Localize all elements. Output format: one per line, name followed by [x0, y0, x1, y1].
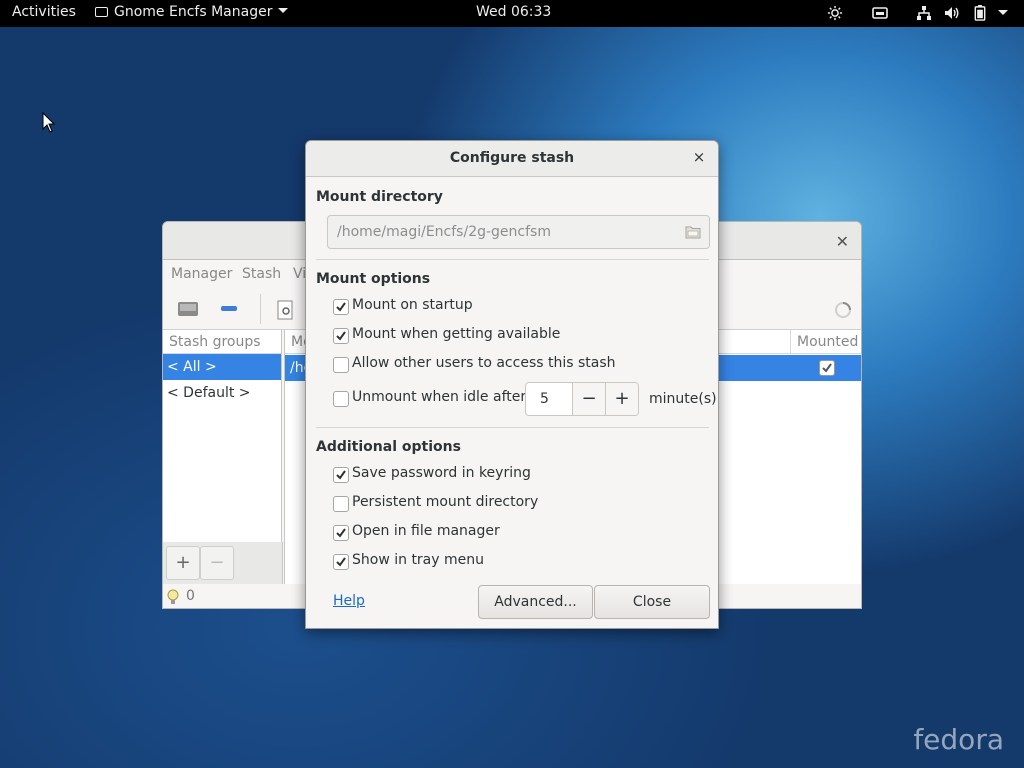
- activities-button[interactable]: Activities: [12, 4, 76, 20]
- add-group-button[interactable]: +: [166, 546, 200, 580]
- increment-button[interactable]: +: [605, 383, 638, 415]
- decrement-button[interactable]: −: [572, 383, 605, 415]
- mount-when-available-checkbox[interactable]: [333, 328, 349, 344]
- show-in-tray-menu-checkbox[interactable]: [333, 554, 349, 570]
- allow-other-users-checkbox[interactable]: [333, 357, 349, 373]
- mount-on-startup-checkbox[interactable]: [333, 299, 349, 315]
- group-item-default[interactable]: < Default >: [163, 380, 281, 406]
- app-menu[interactable]: Gnome Encfs Manager: [95, 4, 289, 20]
- network-icon[interactable]: [916, 5, 932, 21]
- spinner-icon: [835, 302, 851, 318]
- drive-icon[interactable]: [872, 5, 888, 21]
- idle-minutes-spinbutton[interactable]: 5 − +: [525, 382, 639, 416]
- open-in-file-manager-checkbox[interactable]: [333, 525, 349, 541]
- system-menu-chevron-icon[interactable]: [998, 10, 1008, 15]
- remove-group-button[interactable]: −: [200, 546, 234, 580]
- dialog-titlebar: Configure stash ×: [306, 141, 718, 177]
- column-header-mounted[interactable]: Mounted: [797, 334, 858, 350]
- check-icon: [336, 302, 346, 312]
- separator: [316, 259, 709, 260]
- dialog-title: Configure stash: [449, 150, 575, 166]
- top-bar: Activities Gnome Encfs Manager Wed 06:33: [0, 0, 1024, 27]
- volume-icon[interactable]: [944, 5, 960, 21]
- idle-minutes-value[interactable]: 5: [526, 383, 572, 415]
- properties-icon[interactable]: [277, 300, 295, 320]
- open-in-file-manager-label: Open in file manager: [352, 523, 500, 539]
- mount-when-available-label: Mount when getting available: [352, 326, 561, 342]
- help-link[interactable]: Help: [333, 593, 365, 609]
- clock[interactable]: Wed 06:33: [476, 4, 551, 20]
- check-icon: [336, 557, 346, 567]
- check-icon: [336, 331, 346, 341]
- save-password-label: Save password in keyring: [352, 465, 531, 481]
- battery-icon[interactable]: [974, 5, 986, 21]
- check-icon: [822, 363, 832, 373]
- menu-manager[interactable]: Manager: [171, 266, 232, 282]
- chevron-down-icon: [278, 8, 289, 13]
- save-password-checkbox[interactable]: [333, 467, 349, 483]
- mount-directory-title: Mount directory: [316, 189, 443, 205]
- drive-icon: [95, 7, 108, 17]
- configure-stash-dialog: Configure stash × Mount directory /home/…: [305, 140, 719, 629]
- lightbulb-icon: [167, 589, 179, 604]
- minutes-unit-label: minute(s): [649, 391, 717, 407]
- column-divider: [790, 330, 791, 354]
- unmount-when-idle-label: Unmount when idle after: [352, 389, 527, 405]
- unmount-when-idle-checkbox[interactable]: [333, 391, 349, 407]
- close-icon[interactable]: ✕: [836, 232, 849, 251]
- show-in-tray-menu-label: Show in tray menu: [352, 552, 484, 568]
- toolbar-separator: [260, 294, 261, 324]
- folder-icon[interactable]: [685, 225, 701, 239]
- stash-groups-header: Stash groups: [163, 330, 281, 354]
- brightness-icon[interactable]: [826, 5, 844, 21]
- allow-other-users-label: Allow other users to access this stash: [352, 355, 616, 371]
- check-icon: [336, 528, 346, 538]
- stash-groups-list: Stash groups < All > < Default >: [163, 330, 282, 542]
- drive-icon[interactable]: [177, 300, 199, 318]
- pointer-icon: [42, 112, 56, 133]
- group-buttons: + −: [163, 542, 283, 584]
- group-item-all[interactable]: < All >: [163, 354, 281, 380]
- persistent-mount-directory-label: Persistent mount directory: [352, 494, 539, 510]
- check-icon: [336, 470, 346, 480]
- additional-options-title: Additional options: [316, 439, 461, 455]
- fedora-watermark: fedora: [913, 723, 1004, 756]
- mount-on-startup-label: Mount on startup: [352, 297, 473, 313]
- remove-stash-icon[interactable]: [221, 306, 237, 312]
- mount-directory-field[interactable]: /home/magi/Encfs/2g-gencfsm: [327, 215, 710, 249]
- separator: [316, 427, 709, 428]
- persistent-mount-directory-checkbox[interactable]: [333, 496, 349, 512]
- mounted-checkbox[interactable]: [819, 360, 835, 376]
- advanced-button[interactable]: Advanced...: [478, 585, 593, 619]
- mount-directory-value: /home/magi/Encfs/2g-gencfsm: [337, 224, 551, 240]
- status-count: 0: [186, 588, 195, 604]
- close-button[interactable]: Close: [594, 585, 710, 619]
- close-icon[interactable]: ×: [690, 148, 708, 166]
- app-menu-label: Gnome Encfs Manager: [114, 4, 273, 20]
- menu-stash[interactable]: Stash: [242, 266, 281, 282]
- mount-options-title: Mount options: [316, 271, 431, 287]
